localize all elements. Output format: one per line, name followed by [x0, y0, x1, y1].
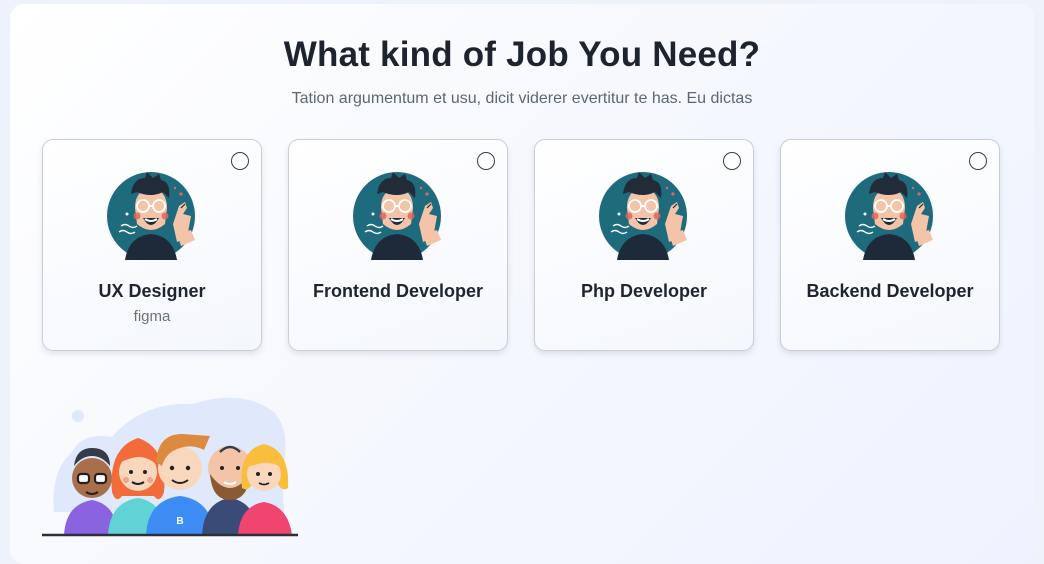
developer-avatar-icon: [598, 171, 688, 261]
page-subtitle: Tation argumentum et usu, dicit viderer …: [291, 90, 753, 107]
job-title: Backend Developer: [806, 281, 974, 301]
page-title: What kind of Job You Need?: [283, 35, 761, 74]
radio-button[interactable]: [231, 152, 249, 170]
job-title: Frontend Developer: [312, 281, 484, 301]
developer-avatar-icon: [106, 171, 196, 261]
developer-avatar-icon: [844, 171, 934, 261]
svg-text:B: B: [176, 516, 183, 527]
job-title: Php Developer: [580, 281, 708, 301]
developer-avatar-icon: [352, 171, 442, 261]
job-card-ux-designer[interactable]: UX Designer figma: [42, 139, 262, 351]
job-card-frontend-developer[interactable]: Frontend Developer: [288, 139, 508, 351]
job-subtitle: figma: [133, 308, 171, 325]
job-title: UX Designer: [98, 281, 206, 301]
radio-button[interactable]: [723, 152, 741, 170]
radio-button[interactable]: [969, 152, 987, 170]
team-illustration: B: [42, 397, 298, 537]
job-card-backend-developer[interactable]: Backend Developer: [780, 139, 1000, 351]
job-card-php-developer[interactable]: Php Developer: [534, 139, 754, 351]
radio-button[interactable]: [477, 152, 495, 170]
